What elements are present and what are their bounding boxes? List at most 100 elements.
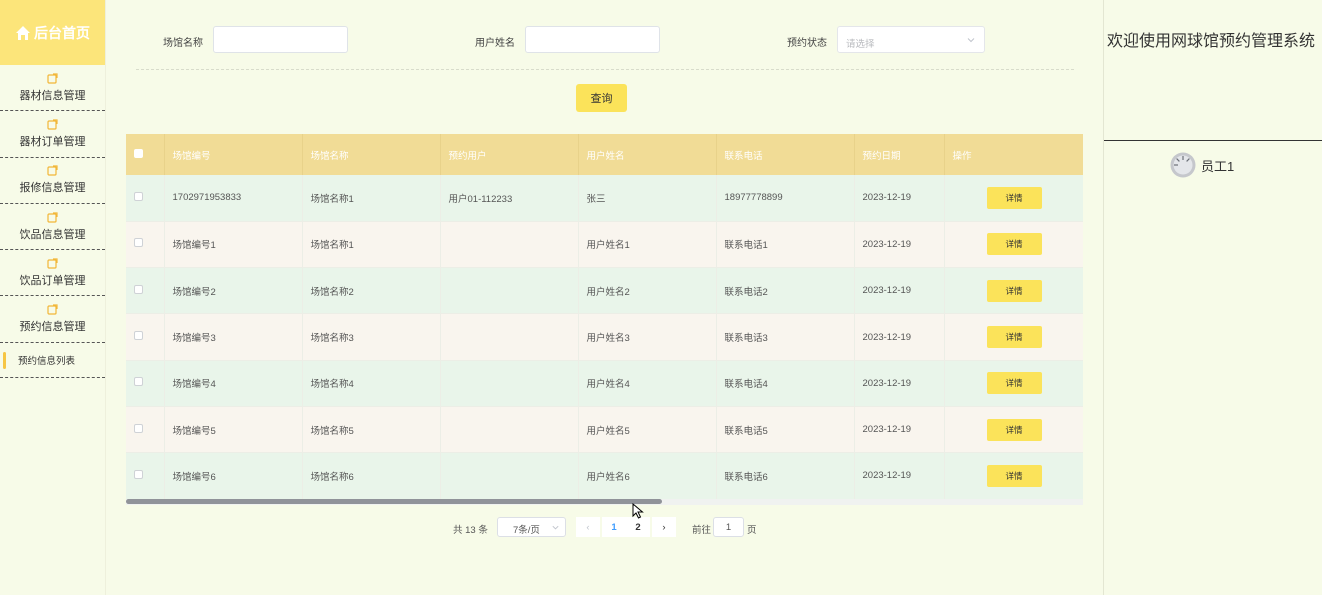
table-row[interactable]: 场馆编号6 场馆名称6 用户姓名6 联系电话6 2023-12-19 详情 xyxy=(126,452,1083,500)
goto-page-input[interactable]: 1 xyxy=(713,517,744,537)
user-name-cell: 用户姓名2 xyxy=(578,267,717,315)
main-content: 场馆名称 用户姓名 预约状态 请选择 查询 场馆编号 场馆名称 预约用户 用户姓… xyxy=(106,0,1103,595)
col-phone[interactable]: 联系电话 xyxy=(716,134,855,175)
sidebar-item-booking-info[interactable]: 预约信息管理 xyxy=(0,296,105,343)
sidebar-item-label: 预约信息管理 xyxy=(19,321,86,334)
date-cell: 2023-12-19 xyxy=(854,221,945,269)
table-row[interactable]: 场馆编号3 场馆名称3 用户姓名3 联系电话3 2023-12-19 详情 xyxy=(126,313,1083,361)
detail-button[interactable]: 详情 xyxy=(986,233,1042,256)
booking-user-cell xyxy=(440,452,579,500)
sidebar-subitem-label: 预约信息列表 xyxy=(18,355,76,367)
page-1-button[interactable]: 1 xyxy=(602,517,626,537)
folder-icon xyxy=(47,304,58,315)
row-select-cell[interactable] xyxy=(126,452,165,500)
venue-name-input[interactable] xyxy=(213,26,348,53)
table-row[interactable]: 1702971953833 场馆名称1 用户01-112233 张三 189777788… xyxy=(126,175,1083,222)
venue-id-cell: 1702971953833 xyxy=(164,175,303,222)
actions-cell: 详情 xyxy=(944,175,1083,222)
row-checkbox[interactable] xyxy=(134,331,143,341)
col-venue-name[interactable]: 场馆名称 xyxy=(302,134,441,175)
booking-user-cell xyxy=(440,360,579,407)
sidebar-home-label: 后台首页 xyxy=(34,24,90,41)
next-page-button[interactable]: › xyxy=(652,517,676,537)
row-select-cell[interactable] xyxy=(126,406,165,454)
phone-cell: 联系电话2 xyxy=(716,267,855,315)
table-row[interactable]: 场馆编号4 场馆名称4 用户姓名4 联系电话4 2023-12-19 详情 xyxy=(126,360,1083,407)
folder-icon xyxy=(47,73,58,84)
sidebar-item-repair-info[interactable]: 报修信息管理 xyxy=(0,158,105,204)
col-user-name[interactable]: 用户姓名 xyxy=(578,134,717,175)
date-cell: 2023-12-19 xyxy=(854,360,945,407)
venue-id-cell: 场馆编号3 xyxy=(164,313,303,361)
phone-cell: 18977778899 xyxy=(716,175,855,222)
row-checkbox[interactable] xyxy=(134,284,143,294)
phone-cell: 联系电话5 xyxy=(716,406,855,454)
query-button[interactable]: 查询 xyxy=(576,84,627,112)
table-row[interactable]: 场馆编号1 场馆名称1 用户姓名1 联系电话1 2023-12-19 详情 xyxy=(126,221,1083,269)
actions-cell: 详情 xyxy=(944,221,1083,269)
sidebar-subitem-booking-list[interactable]: 预约信息列表 xyxy=(0,343,105,378)
user-name-label: 用户姓名 xyxy=(475,38,515,49)
row-select-cell[interactable] xyxy=(126,175,165,222)
booking-user-cell xyxy=(440,221,579,269)
row-checkbox[interactable] xyxy=(134,423,143,433)
table-row[interactable]: 场馆编号2 场馆名称2 用户姓名2 联系电话2 2023-12-19 详情 xyxy=(126,267,1083,315)
sidebar-item-drink-orders[interactable]: 饮品订单管理 xyxy=(0,250,105,297)
col-date[interactable]: 预约日期 xyxy=(854,134,945,175)
folder-icon xyxy=(47,258,58,269)
venue-name-cell: 场馆名称5 xyxy=(302,406,441,454)
prev-page-button[interactable]: ‹ xyxy=(576,517,600,537)
actions-cell: 详情 xyxy=(944,313,1083,361)
phone-cell: 联系电话1 xyxy=(716,221,855,269)
detail-button[interactable]: 详情 xyxy=(986,279,1042,302)
scrollbar-thumb[interactable] xyxy=(126,499,662,504)
detail-button[interactable]: 详情 xyxy=(986,418,1042,441)
user-info[interactable]: 员工1 xyxy=(1170,152,1234,178)
row-checkbox[interactable] xyxy=(134,191,143,201)
page-2-button[interactable]: 2 xyxy=(626,517,650,537)
booking-status-label: 预约状态 xyxy=(787,38,827,49)
row-checkbox[interactable] xyxy=(134,469,143,479)
sidebar-home[interactable]: 后台首页 xyxy=(0,0,105,65)
row-select-cell[interactable] xyxy=(126,267,165,315)
pagination-total: 共 13 条 xyxy=(453,525,488,536)
folder-icon xyxy=(47,119,58,130)
actions-cell: 详情 xyxy=(944,267,1083,315)
row-select-cell[interactable] xyxy=(126,360,165,407)
col-booking-user[interactable]: 预约用户 xyxy=(440,134,579,175)
user-name-cell: 用户姓名3 xyxy=(578,313,717,361)
page-size-select[interactable]: 7条/页 xyxy=(497,517,566,537)
table-row[interactable]: 场馆编号5 场馆名称5 用户姓名5 联系电话5 2023-12-19 详情 xyxy=(126,406,1083,454)
venue-name-cell: 场馆名称4 xyxy=(302,360,441,407)
user-name-input[interactable] xyxy=(525,26,660,53)
col-venue-id[interactable]: 场馆编号 xyxy=(164,134,303,175)
user-name-cell: 用户姓名6 xyxy=(578,452,717,500)
folder-icon xyxy=(47,211,58,223)
detail-button[interactable]: 详情 xyxy=(986,464,1042,487)
row-select-cell[interactable] xyxy=(126,313,165,361)
col-actions: 操作 xyxy=(944,134,1083,175)
detail-button[interactable]: 详情 xyxy=(986,372,1042,395)
sidebar-item-label: 器材订单管理 xyxy=(19,135,86,148)
select-all-cell[interactable] xyxy=(126,134,165,175)
venue-name-cell: 场馆名称1 xyxy=(302,221,441,269)
folder-icon xyxy=(47,165,58,176)
venue-id-cell: 场馆编号1 xyxy=(164,221,303,269)
select-all-checkbox[interactable] xyxy=(134,148,143,158)
sidebar-item-equipment-info[interactable]: 器材信息管理 xyxy=(0,65,105,112)
booking-user-cell: 用户01-112233 xyxy=(440,175,579,222)
row-checkbox[interactable] xyxy=(134,377,143,387)
sidebar-item-label: 报修信息管理 xyxy=(19,182,86,195)
row-checkbox[interactable] xyxy=(134,238,143,248)
detail-button[interactable]: 详情 xyxy=(986,326,1042,349)
pagination: 共 13 条 7条/页 ‹ 1 2 › 前往 1 页 xyxy=(106,517,1103,537)
booking-status-select[interactable]: 请选择 xyxy=(837,26,985,53)
phone-cell: 联系电话6 xyxy=(716,452,855,500)
booking-user-cell xyxy=(440,313,579,361)
sidebar-item-equipment-orders[interactable]: 器材订单管理 xyxy=(0,111,105,158)
venue-id-cell: 场馆编号4 xyxy=(164,360,303,407)
horizontal-scrollbar[interactable] xyxy=(126,499,1083,505)
row-select-cell[interactable] xyxy=(126,221,165,269)
sidebar-item-drink-info[interactable]: 饮品信息管理 xyxy=(0,204,105,251)
detail-button[interactable]: 详情 xyxy=(986,186,1042,209)
